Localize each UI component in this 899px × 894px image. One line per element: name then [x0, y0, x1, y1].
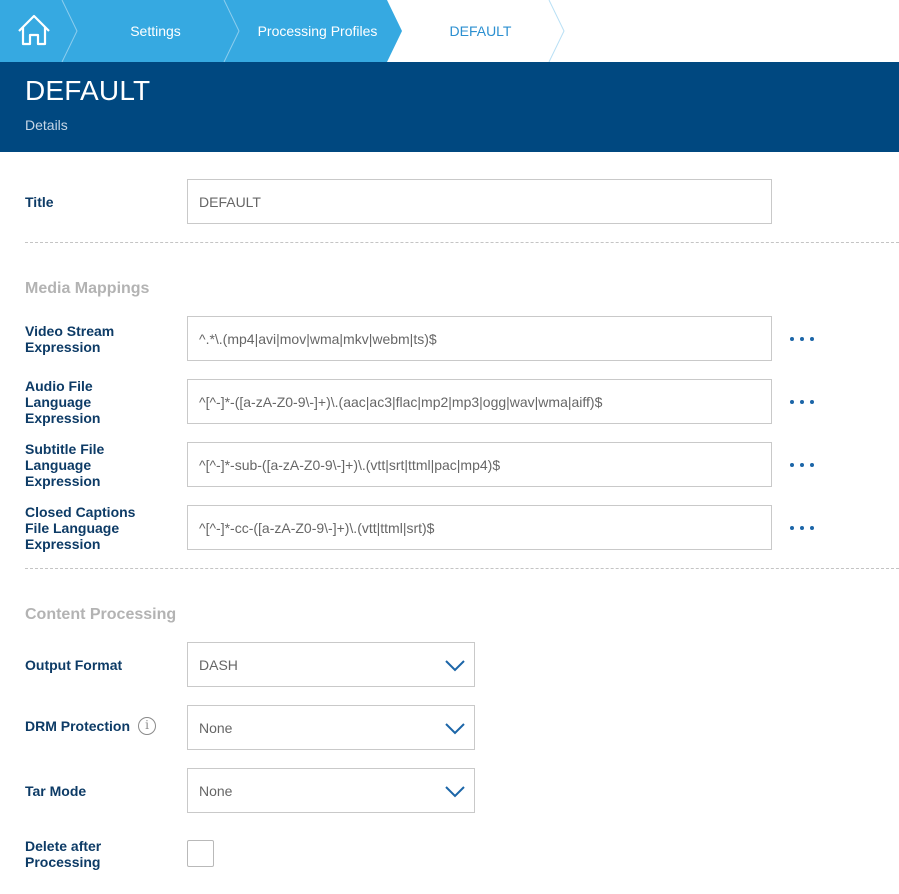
output-format-value: DASH: [199, 656, 238, 673]
chevron-down-icon: [445, 786, 465, 798]
breadcrumb-home[interactable]: [0, 0, 62, 62]
subtitle-language-more-icon[interactable]: [790, 461, 814, 469]
divider: [25, 242, 899, 243]
closed-captions-more-icon[interactable]: [790, 524, 814, 532]
tar-mode-select[interactable]: None: [187, 768, 475, 813]
tar-mode-label: Tar Mode: [25, 783, 87, 799]
subtitle-language-input[interactable]: ^[^-]*-sub-([a-zA-Z0-9\-]+)\.(vtt|srt|tt…: [187, 442, 772, 487]
delete-after-processing-checkbox[interactable]: [187, 840, 214, 867]
content-processing-heading: Content Processing: [25, 606, 177, 623]
page-header: DEFAULT Details: [0, 62, 899, 152]
closed-captions-label: Closed Captions File Language Expression: [25, 504, 136, 552]
tar-mode-value: None: [199, 782, 233, 799]
output-format-label: Output Format: [25, 657, 123, 673]
breadcrumb-processing-profiles[interactable]: Processing Profiles: [239, 0, 396, 62]
video-stream-label: Video Stream Expression: [25, 323, 115, 355]
delete-after-processing-label: Delete after Processing: [25, 838, 102, 870]
page-title: DEFAULT: [25, 75, 151, 106]
video-stream-input[interactable]: ^.*\.(mp4|avi|mov|wma|mkv|webm|ts)$: [187, 316, 772, 361]
audio-language-label: Audio File Language Expression: [25, 378, 101, 426]
video-stream-more-icon[interactable]: [790, 335, 814, 343]
title-input[interactable]: DEFAULT: [187, 179, 772, 224]
chevron-down-icon: [445, 660, 465, 672]
title-label: Title: [25, 194, 54, 210]
breadcrumb: Settings Processing Profiles DEFAULT: [0, 0, 899, 62]
drm-protection-label: DRM Protection: [25, 718, 130, 734]
subtitle-language-label: Subtitle File Language Expression: [25, 441, 105, 489]
info-icon[interactable]: i: [138, 717, 156, 735]
chevron-down-icon: [445, 723, 465, 735]
breadcrumb-settings[interactable]: Settings: [77, 0, 234, 62]
audio-language-input[interactable]: ^[^-]*-([a-zA-Z0-9\-]+)\.(aac|ac3|flac|m…: [187, 379, 772, 424]
drm-protection-select[interactable]: None: [187, 705, 475, 750]
audio-language-more-icon[interactable]: [790, 398, 814, 406]
page-subtitle: Details: [25, 117, 68, 133]
breadcrumb-current: DEFAULT: [449, 23, 512, 39]
drm-protection-value: None: [199, 719, 233, 736]
closed-captions-input[interactable]: ^[^-]*-cc-([a-zA-Z0-9\-]+)\.(vtt|ttml|sr…: [187, 505, 772, 550]
divider: [25, 568, 899, 569]
output-format-select[interactable]: DASH: [187, 642, 475, 687]
media-mappings-heading: Media Mappings: [25, 280, 150, 297]
